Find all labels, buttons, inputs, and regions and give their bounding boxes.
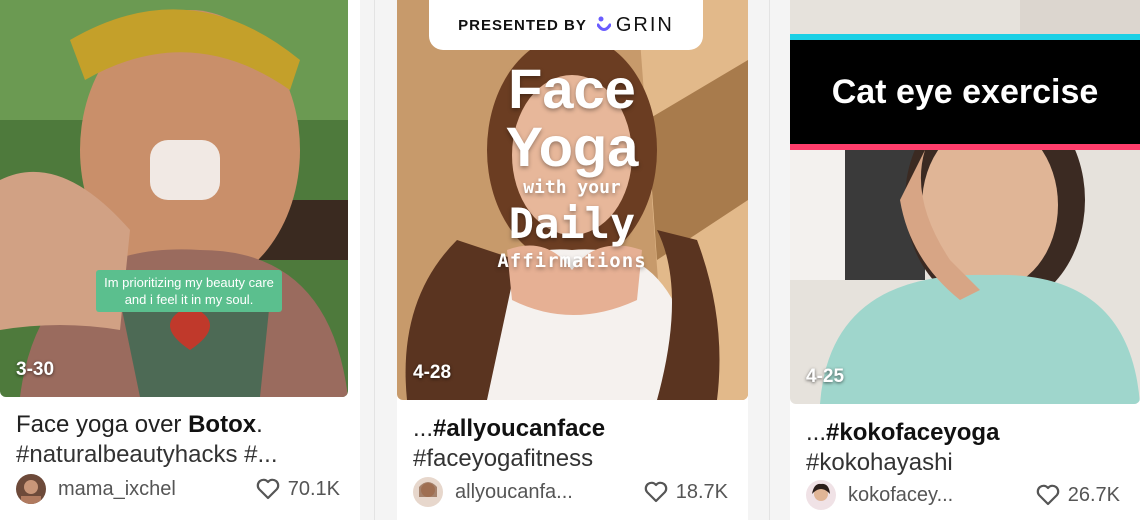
caption-bold-text: Botox bbox=[188, 411, 257, 438]
sponsor-banner: PRESENTED BY GRIN bbox=[429, 0, 703, 50]
video-thumbnail[interactable]: PRESENTED BY GRIN Face Yoga with your Da… bbox=[397, 0, 748, 400]
username-link[interactable]: allyoucanfa... bbox=[455, 481, 644, 504]
video-card-2[interactable]: PRESENTED BY GRIN Face Yoga with your Da… bbox=[397, 0, 748, 520]
overlay-title-line: Face bbox=[508, 57, 636, 120]
video-thumbnail[interactable]: Cat eye exercise 4-25 bbox=[790, 0, 1140, 404]
thumbnail-image bbox=[0, 0, 348, 397]
like-count-value: 26.7K bbox=[1067, 483, 1120, 506]
video-card-3[interactable]: Cat eye exercise 4-25 ...#kokofaceyoga #… bbox=[790, 0, 1140, 520]
overlay-title-line: Affirmations bbox=[497, 250, 647, 272]
post-date: 4-28 bbox=[413, 362, 452, 383]
column-divider bbox=[374, 0, 375, 520]
caption-tail: . bbox=[256, 411, 263, 438]
grin-logo-icon bbox=[596, 16, 611, 31]
overlay-title-line: Daily bbox=[508, 199, 636, 248]
presented-by-label: PRESENTED BY bbox=[458, 16, 587, 34]
post-date: 4-25 bbox=[806, 366, 845, 387]
video-thumbnail[interactable]: Im prioritizing my beauty care and i fee… bbox=[0, 0, 348, 397]
video-subtitle-overlay: Im prioritizing my beauty care and i fee… bbox=[96, 270, 282, 312]
avatar[interactable] bbox=[16, 474, 46, 504]
video-caption[interactable]: ...#allyoucanface #faceyogafitness bbox=[413, 414, 740, 474]
username-link[interactable]: kokofacey... bbox=[848, 484, 1036, 507]
post-date: 3-30 bbox=[16, 359, 55, 380]
caption-hashtags: #naturalbeautyhacks #... bbox=[16, 441, 278, 468]
username-link[interactable]: mama_ixchel bbox=[58, 478, 256, 501]
overlay-title-line: Yoga bbox=[505, 115, 639, 178]
post-meta: kokofacey... 26.7K bbox=[806, 480, 1120, 510]
caption-text: ... bbox=[413, 415, 434, 442]
video-caption[interactable]: ...#kokofaceyoga #kokohayashi bbox=[806, 418, 1132, 478]
caption-text: ... bbox=[806, 419, 827, 446]
caption-hashtags: #kokohayashi bbox=[806, 449, 953, 476]
caption-bold-text: #allyoucanface bbox=[433, 415, 606, 442]
like-count[interactable]: 18.7K bbox=[644, 481, 728, 504]
video-title-banner: Cat eye exercise bbox=[790, 34, 1140, 150]
post-meta: mama_ixchel 70.1K bbox=[16, 474, 340, 504]
heart-icon bbox=[256, 478, 280, 500]
grin-brand-name: GRIN bbox=[615, 13, 674, 36]
avatar[interactable] bbox=[806, 480, 836, 510]
avatar[interactable] bbox=[413, 477, 443, 507]
video-caption[interactable]: Face yoga over Botox. #naturalbeautyhack… bbox=[16, 410, 352, 470]
caption-bold-text: #kokofaceyoga bbox=[826, 419, 1000, 446]
like-count[interactable]: 26.7K bbox=[1036, 484, 1120, 507]
like-count-value: 70.1K bbox=[287, 477, 340, 500]
heart-icon bbox=[644, 481, 668, 503]
post-meta: allyoucanfa... 18.7K bbox=[413, 477, 728, 507]
video-card-1[interactable]: Im prioritizing my beauty care and i fee… bbox=[0, 0, 360, 520]
like-count[interactable]: 70.1K bbox=[256, 478, 340, 501]
overlay-title-line: with your bbox=[523, 177, 621, 198]
like-count-value: 18.7K bbox=[675, 480, 728, 503]
caption-hashtags: #faceyogafitness bbox=[413, 445, 594, 472]
caption-text: Face yoga over bbox=[16, 411, 189, 438]
video-title-overlay: Face Yoga with your Daily Affirmations bbox=[447, 60, 697, 274]
column-divider bbox=[769, 0, 770, 520]
heart-icon bbox=[1036, 484, 1060, 506]
